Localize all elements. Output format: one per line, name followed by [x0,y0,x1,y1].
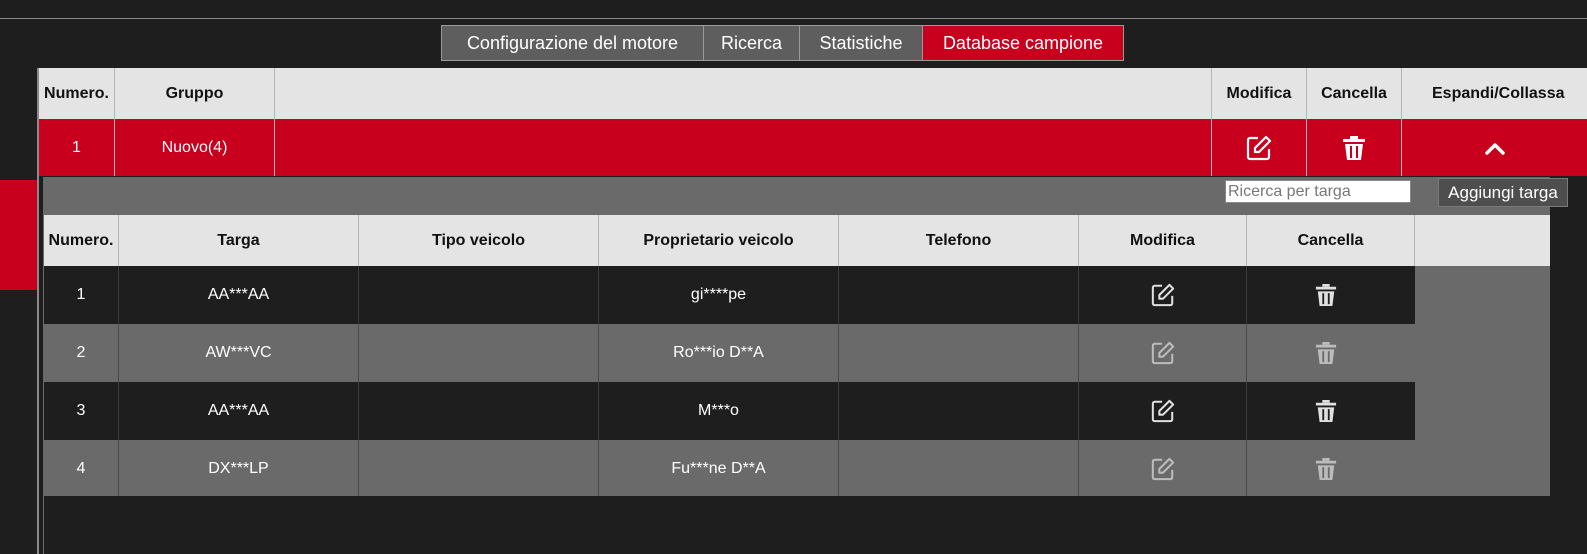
row-plate: AW***VC [119,324,359,382]
header-number: Numero. [39,68,115,119]
row-phone [839,382,1079,440]
row-plate: AA***AA [119,382,359,440]
row-phone [839,440,1079,498]
header-delete: Cancella [1307,68,1402,119]
row-number: 1 [44,266,119,324]
plates-table-header: Numero. Targa Tipo veicolo Proprietario … [44,215,1550,266]
row-delete-button[interactable] [1247,440,1405,498]
row-owner: M***o [599,382,839,440]
group-name: Nuovo(4) [115,119,275,176]
row-owner: Fu***ne D**A [599,440,839,498]
trash-icon [1315,341,1337,365]
row-vehicle-type [359,440,599,498]
group-delete-button[interactable] [1307,119,1402,176]
left-panel [0,68,37,554]
row-owner: Ro***io D**A [599,324,839,382]
groups-table-header: Numero. Gruppo Modifica Cancella Espandi… [39,68,1587,119]
header-edit: Modifica [1212,68,1307,119]
tab-sample-database[interactable]: Database campione [923,26,1123,60]
tab-statistics[interactable]: Statistiche [800,26,923,60]
edit-icon [1151,457,1175,481]
edit-icon [1246,135,1272,161]
group-collapse-button[interactable] [1402,119,1587,176]
table-row[interactable]: 1 AA***AA gi****pe [44,266,1415,324]
row-phone [839,266,1079,324]
chevron-up-icon [1484,141,1505,155]
edit-icon [1151,283,1175,307]
header-spacer [1415,215,1550,266]
top-divider [0,18,1587,19]
table-empty-area [44,496,1550,554]
group-edit-button[interactable] [1212,119,1307,176]
add-plate-button[interactable]: Aggiungi targa [1438,178,1568,207]
table-row[interactable]: 4 DX***LP Fu***ne D**A [44,440,1415,498]
header-plate: Targa [119,215,359,266]
left-panel-selected-marker[interactable] [0,180,37,290]
row-number: 3 [44,382,119,440]
row-phone [839,324,1079,382]
row-edit-button[interactable] [1079,266,1247,324]
row-plate: DX***LP [119,440,359,498]
groups-table: Numero. Gruppo Modifica Cancella Espandi… [39,68,1587,176]
header-vehicle-type: Tipo veicolo [359,215,599,266]
header-group: Gruppo [115,68,275,119]
header-phone: Telefono [839,215,1079,266]
header-spacer [275,68,1212,119]
row-vehicle-type [359,324,599,382]
header-expand: Espandi/Collassa [1432,84,1565,102]
row-edit-button[interactable] [1079,324,1247,382]
group-number: 1 [39,119,115,176]
edit-icon [1151,341,1175,365]
row-edit-button[interactable] [1079,382,1247,440]
group-spacer [275,119,1212,176]
tab-search[interactable]: Ricerca [704,26,800,60]
trash-icon [1315,283,1337,307]
table-row[interactable]: 3 AA***AA M***o [44,382,1415,440]
plate-search-input[interactable] [1225,180,1411,203]
row-vehicle-type [359,266,599,324]
header-owner: Proprietario veicolo [599,215,839,266]
row-delete-button[interactable] [1247,382,1405,440]
trash-icon [1315,399,1337,423]
right-gutter [1550,177,1587,554]
row-vehicle-type [359,382,599,440]
header-edit: Modifica [1079,215,1247,266]
header-delete: Cancella [1247,215,1415,266]
row-number: 4 [44,440,119,498]
row-edit-button[interactable] [1079,440,1247,498]
row-delete-button[interactable] [1247,324,1405,382]
row-delete-button[interactable] [1247,266,1405,324]
tab-engine-config[interactable]: Configurazione del motore [442,26,704,60]
group-row[interactable]: 1 Nuovo(4) [39,119,1587,176]
row-plate: AA***AA [119,266,359,324]
table-row[interactable]: 2 AW***VC Ro***io D**A [44,324,1415,382]
plates-table: Numero. Targa Tipo veicolo Proprietario … [44,215,1550,498]
main-tabs: Configurazione del motore Ricerca Statis… [441,25,1124,61]
row-owner: gi****pe [599,266,839,324]
trash-icon [1342,135,1366,161]
header-number: Numero. [44,215,119,266]
trash-icon [1315,457,1337,481]
row-number: 2 [44,324,119,382]
edit-icon [1151,399,1175,423]
